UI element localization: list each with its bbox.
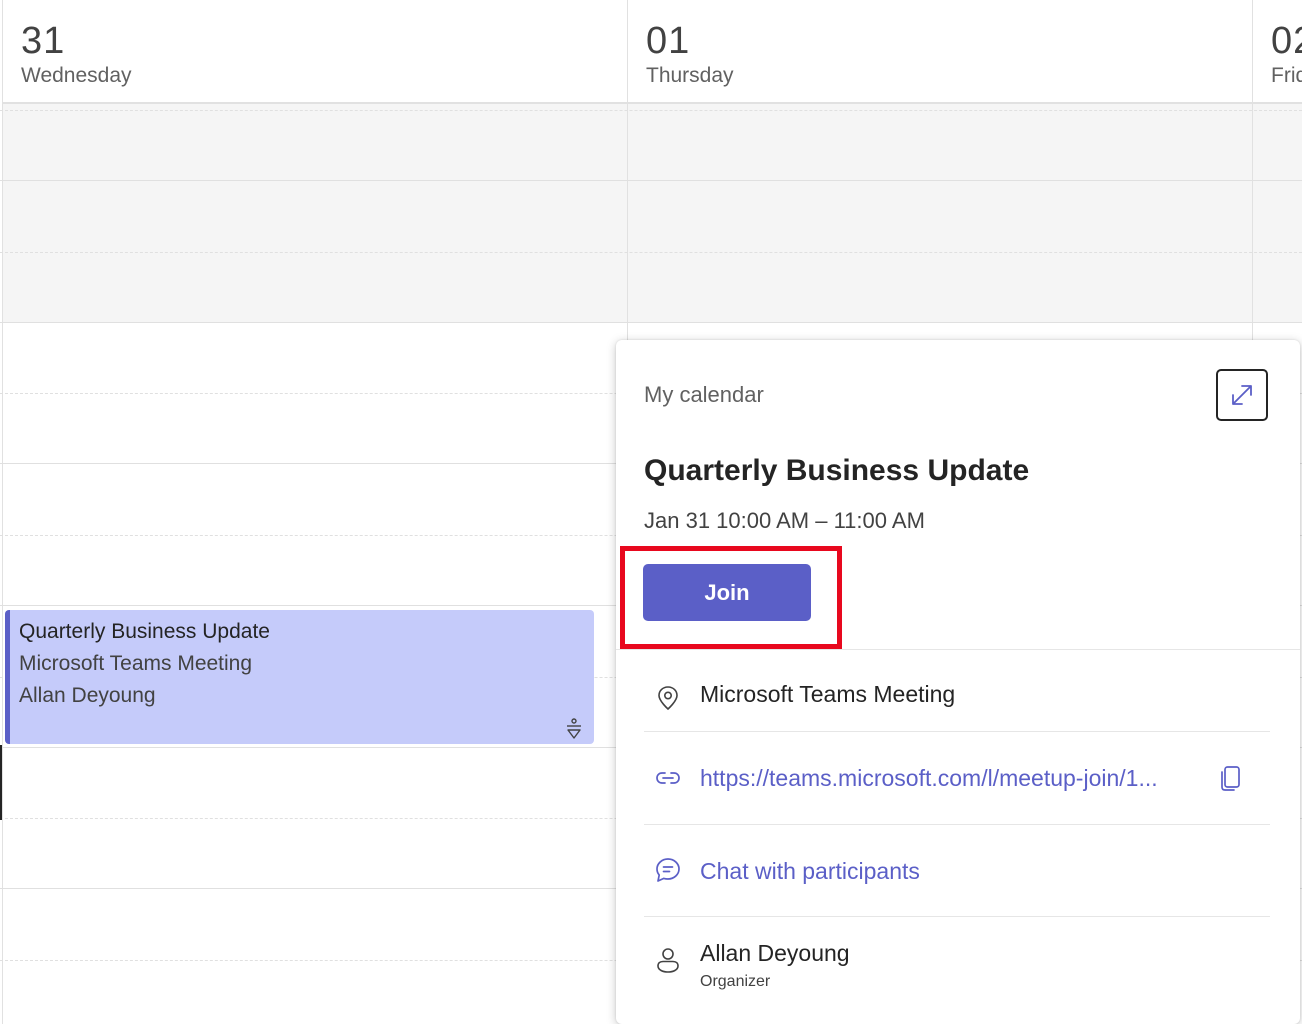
divider [616, 649, 1300, 650]
meeting-link[interactable]: https://teams.microsoft.com/l/meetup-joi… [700, 765, 1158, 792]
grid-line [0, 180, 1302, 181]
day-name: Thursday [646, 64, 734, 87]
grid-line [0, 322, 1302, 323]
divider [644, 916, 1270, 917]
event-time: Jan 31 10:00 AM – 11:00 AM [644, 508, 925, 533]
copy-icon[interactable] [1218, 764, 1244, 792]
day-name: Friday [1271, 64, 1302, 87]
chat-icon [656, 858, 680, 882]
day-header[interactable]: 31 Wednesday [3, 0, 627, 104]
day-number: 31 [21, 20, 66, 62]
organizer-name[interactable]: Allan Deyoung [700, 940, 850, 967]
expand-button[interactable] [1216, 369, 1268, 421]
grid-line [0, 252, 1302, 253]
event-title: Quarterly Business Update [644, 454, 1030, 487]
expand-icon [1232, 385, 1252, 405]
day-column-wednesday: 31 Wednesday [2, 0, 627, 1024]
organizer-role: Organizer [700, 973, 771, 990]
day-name: Wednesday [21, 64, 132, 87]
day-header[interactable]: 02 Friday [1253, 0, 1302, 104]
calendar-week-view: 31 Wednesday 01 Thursday 02 Friday Quart… [0, 0, 1302, 1024]
day-number: 01 [646, 20, 691, 62]
link-icon [656, 772, 680, 784]
event-title: Quarterly Business Update [19, 620, 270, 643]
all-day-area[interactable] [628, 104, 1252, 322]
calendar-event[interactable]: Quarterly Business Update Microsoft Team… [5, 610, 594, 744]
calendar-name: My calendar [644, 382, 764, 407]
join-button[interactable]: Join [643, 564, 811, 621]
grid-line [0, 110, 1302, 111]
divider [644, 731, 1270, 732]
day-number: 02 [1271, 20, 1302, 62]
person-icon [657, 948, 679, 973]
meeting-location: Microsoft Teams Meeting [700, 681, 956, 707]
event-details-popup: My calendar Quarterly Business Update Ja… [616, 340, 1300, 1024]
edge-marker [0, 745, 2, 820]
all-day-area[interactable] [1253, 104, 1302, 322]
location-icon [658, 686, 678, 711]
event-location: Microsoft Teams Meeting [19, 652, 253, 675]
day-header[interactable]: 01 Thursday [628, 0, 1252, 104]
divider [644, 824, 1270, 825]
drag-handle-icon[interactable] [564, 718, 584, 740]
event-organizer: Allan Deyoung [19, 684, 156, 707]
all-day-area[interactable] [3, 104, 627, 322]
chat-with-participants-link[interactable]: Chat with participants [700, 858, 920, 885]
